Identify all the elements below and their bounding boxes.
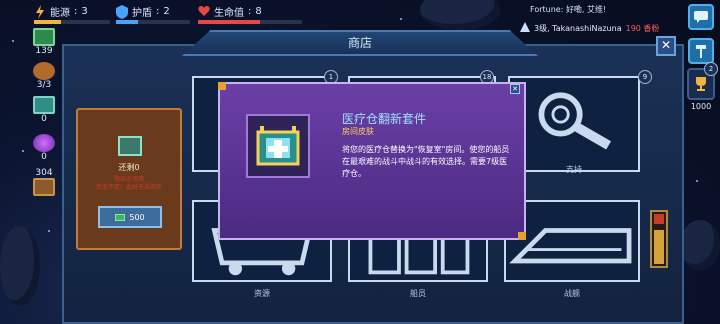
- status-bar: 能源 : 3 护盾 : 2 生命值 : 8: [34, 4, 594, 24]
- rank-icon: [520, 22, 530, 34]
- energy-icon: [34, 4, 46, 19]
- resource-column: 139 3/3 0 0 304: [30, 28, 58, 228]
- news-ticker: Fortune: 好嘞, 艾维!: [530, 5, 607, 14]
- cash-icon: [33, 28, 55, 46]
- chat-icon: [694, 11, 708, 23]
- orb-icon: [33, 134, 55, 152]
- health-label: 生命值: [214, 8, 244, 19]
- energy-bar: [34, 20, 110, 24]
- tile-crew-label: 船员: [410, 289, 426, 298]
- wrench-gear-icon: [538, 92, 612, 150]
- buy-button[interactable]: 500: [98, 206, 162, 228]
- ore-icon: [33, 96, 55, 114]
- medbay-kit-thumbnail: [118, 136, 142, 156]
- popup-description: 将您的医疗仓替换为"恢复室"房间。使您的船员在最艰难的战斗中战斗的有效选择。需要…: [342, 145, 510, 178]
- hammer-icon: [696, 45, 706, 58]
- build-button[interactable]: [688, 38, 714, 64]
- tile-ships-label: 战舰: [564, 289, 580, 298]
- meter-fill: [654, 230, 664, 264]
- resource-cash-value: 139: [35, 46, 53, 56]
- shop-close-button[interactable]: ✕: [656, 36, 676, 56]
- item-info-popup: ✕ 医疗仓翻新套件 房间皮肤 将您的医疗仓替换为"恢复室"房间。使您的船员在最艰…: [218, 82, 526, 240]
- health-value: 8: [255, 6, 262, 17]
- heart-icon: [198, 5, 210, 19]
- popup-close-button[interactable]: ✕: [510, 84, 520, 94]
- trophy-icon: [696, 77, 706, 91]
- popup-title: 医疗仓翻新套件: [342, 112, 427, 126]
- tile-support[interactable]: [508, 76, 640, 172]
- resource-orb-value: 0: [41, 152, 47, 162]
- resource-crate-value: 304: [35, 168, 53, 178]
- tile-support-badge: 9: [638, 70, 652, 84]
- energy-label: 能源: [50, 8, 70, 19]
- shield-stat: 护盾 : 2: [116, 4, 190, 24]
- trophy-badge: 2: [704, 62, 718, 76]
- health-stat: 生命值 : 8: [198, 4, 302, 24]
- shield-icon: [116, 4, 128, 19]
- chat-button[interactable]: [688, 4, 714, 30]
- resource-ore-value: 0: [41, 114, 47, 124]
- card-note: 购买必须用 现金不足！此时无法购买: [78, 176, 180, 192]
- resource-ore: 0: [30, 96, 58, 124]
- progress-meter: [650, 210, 668, 268]
- energy-stat: 能源 : 3: [34, 4, 110, 24]
- selected-item-card[interactable]: 还剩0 购买必须用 现金不足！此时无法购买 500: [76, 108, 182, 250]
- shop-title: 商店: [182, 30, 538, 56]
- trophy-count: 1000: [690, 102, 712, 111]
- shield-value: 2: [163, 6, 170, 17]
- card-note-line2: 现金不足！此时无法购买: [95, 184, 162, 191]
- resource-orb: 0: [30, 134, 58, 162]
- resource-crew: 3/3: [30, 62, 58, 90]
- popup-subtitle: 房间皮肤: [342, 127, 374, 136]
- card-item-name: 还剩0: [118, 163, 140, 172]
- medbay-kit-icon: [246, 114, 310, 178]
- health-bar: [198, 20, 302, 24]
- player-rank[interactable]: 3级, TakanashiNazuna 190 香粉: [520, 22, 680, 34]
- cash-icon: [115, 213, 126, 221]
- resource-crate: 304: [30, 168, 58, 196]
- right-column: 2 1000: [686, 4, 718, 111]
- crate-icon: [33, 178, 55, 196]
- rank-text: 3级, TakanashiNazuna: [534, 23, 622, 33]
- energy-value: 3: [81, 6, 88, 17]
- rank-extra: 190 香粉: [625, 23, 660, 33]
- meter-cap: [654, 214, 664, 224]
- card-note-line1: 购买必须用: [113, 176, 144, 183]
- shield-bar: [116, 20, 190, 24]
- resource-cash: 139: [30, 28, 58, 56]
- buy-price: 500: [129, 212, 145, 222]
- tile-support-label: 支持: [566, 165, 582, 174]
- shield-label: 护盾: [132, 8, 152, 19]
- tile-resources-label: 资源: [254, 289, 270, 298]
- crew-icon: [33, 62, 55, 80]
- resource-crew-value: 3/3: [36, 80, 52, 90]
